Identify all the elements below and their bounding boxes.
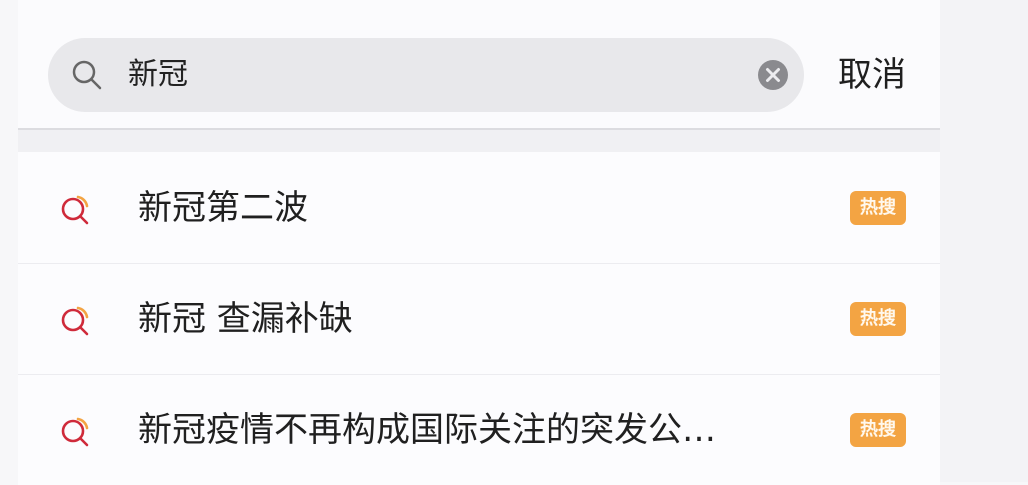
hot-search-icon	[61, 306, 89, 336]
search-input[interactable]	[128, 38, 708, 112]
cancel-button[interactable]: 取消	[838, 38, 906, 112]
search-bar[interactable]	[48, 38, 804, 112]
suggestion-label: 新冠第二波	[138, 188, 308, 228]
clear-icon[interactable]	[756, 58, 790, 92]
hot-search-icon	[61, 417, 89, 447]
suggestion-label: 新冠 查漏补缺	[138, 299, 353, 339]
page-edge	[940, 0, 1028, 482]
section-gap	[18, 130, 940, 152]
hot-search-icon	[61, 195, 89, 225]
hot-badge: 热搜	[850, 302, 906, 336]
hot-badge: 热搜	[850, 191, 906, 225]
search-icon	[72, 60, 102, 90]
suggestion-item[interactable]: 新冠第二波 热搜	[18, 153, 940, 263]
search-panel: 取消 新冠第二波 热搜 新冠 查漏补缺 热搜 新冠疫情不再构成国际关注的突发公……	[18, 0, 940, 485]
hot-badge: 热搜	[850, 413, 906, 447]
suggestion-item[interactable]: 新冠 查漏补缺 热搜	[18, 264, 940, 374]
suggestion-label: 新冠疫情不再构成国际关注的突发公…	[138, 410, 716, 450]
search-header: 取消	[18, 0, 940, 128]
suggestion-item[interactable]: 新冠疫情不再构成国际关注的突发公… 热搜	[18, 375, 940, 485]
